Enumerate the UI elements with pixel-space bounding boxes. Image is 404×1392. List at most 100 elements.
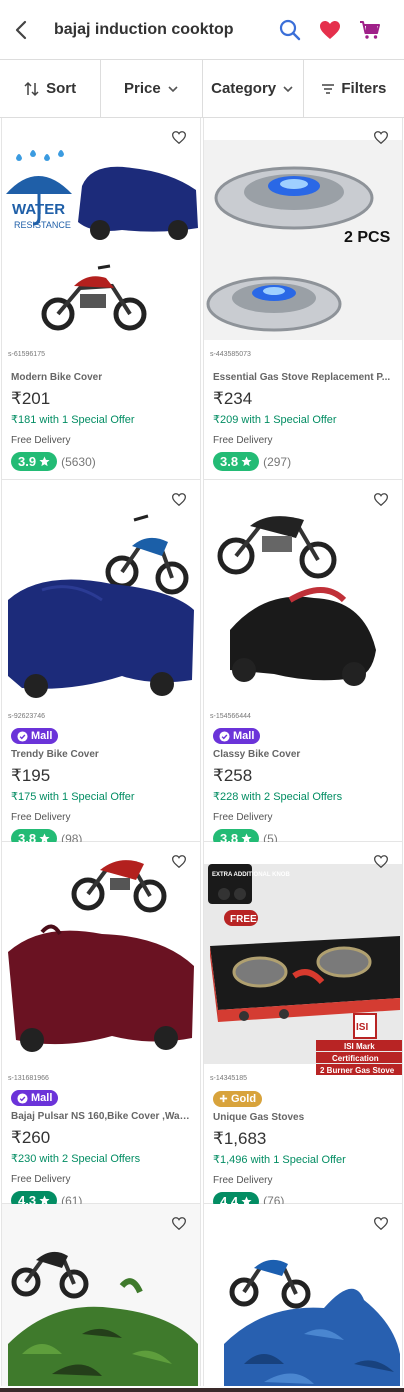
gas-stove-stand-image: 2 PCS (204, 140, 402, 340)
special-offer: ₹230 with 2 Special Offers (11, 1153, 141, 1165)
rating-value: 3.9 (18, 454, 37, 469)
verified-icon (17, 1092, 28, 1104)
product-card[interactable]: s-154566444 Mall Classy Bike Cover ₹258 … (203, 480, 403, 848)
cart-icon (360, 20, 380, 39)
special-offer: ₹181 with 1 Special Offer (11, 414, 135, 426)
wishlist-toggle[interactable] (168, 850, 190, 872)
chevron-left-icon (15, 20, 27, 39)
search-query[interactable]: bajaj induction cooktop (54, 21, 270, 39)
wishlist-toggle[interactable] (370, 850, 392, 872)
wishlist-toggle[interactable] (168, 488, 190, 510)
product-card[interactable]: s-131681966 Mall Bajaj Pulsar NS 160,Bik… (1, 842, 201, 1210)
cart-button[interactable] (350, 10, 390, 50)
plus-icon (219, 1094, 228, 1103)
product-image: s-154566444 (204, 480, 402, 724)
product-image (204, 1204, 402, 1386)
wishlist-toggle[interactable] (370, 488, 392, 510)
wishlist-toggle[interactable] (370, 1212, 392, 1234)
gas-stove-image: EXTRA ADDITIONAL KNOB FREE ISI ISI Mark (204, 864, 402, 1075)
product-card[interactable] (1, 1204, 201, 1386)
product-card[interactable]: 2 PCS s-443585073 Essential Gas Stove Re… (203, 118, 403, 480)
image-caption-cert: Certification (332, 1054, 379, 1063)
price-label: Price (124, 80, 161, 97)
gold-badge: Gold (213, 1090, 263, 1107)
product-price: ₹260 (11, 1128, 51, 1147)
image-caption-isi-mark: ISI Mark (344, 1042, 375, 1051)
page: bajaj induction cooktop Sort Price Categ… (0, 0, 404, 1388)
search-button[interactable] (270, 10, 310, 50)
search-icon (279, 19, 301, 40)
filters-label: Filters (341, 80, 387, 97)
svg-text:WATER: WATER (12, 201, 65, 218)
back-button[interactable] (14, 13, 48, 47)
wishlist-toggle[interactable] (168, 126, 190, 148)
bike-cover-image: WATER RESISTANCE (6, 150, 198, 331)
product-card[interactable] (203, 1204, 403, 1386)
product-code: s-154566444 (210, 713, 251, 720)
product-name: Trendy Bike Cover (11, 749, 99, 760)
product-name: Modern Bike Cover (11, 372, 103, 383)
special-offer: ₹209 with 1 Special Offer (213, 414, 337, 426)
product-image (2, 1204, 200, 1386)
review-count: (297) (263, 454, 292, 469)
product-price: ₹1,683 (213, 1128, 267, 1148)
delivery-info: Free Delivery (213, 812, 273, 823)
product-card[interactable]: s-92623746 Mall Trendy Bike Cover ₹195 ₹… (1, 480, 201, 848)
bike-cover-image (8, 860, 194, 1052)
product-card[interactable]: WATER RESISTANCE s-61596175 Modern Bike … (1, 118, 201, 480)
price-dropdown[interactable]: Price (101, 60, 203, 117)
bike-cover-image (8, 514, 194, 698)
product-image: EXTRA ADDITIONAL KNOB FREE ISI ISI Mark (204, 842, 402, 1086)
category-dropdown[interactable]: Category (203, 60, 304, 117)
product-price: ₹258 (213, 766, 253, 785)
product-name: Essential Gas Stove Replacement P... (213, 372, 391, 383)
wishlist-button[interactable] (310, 10, 350, 50)
product-code: s-14345185 (210, 1075, 247, 1082)
heart-outline-icon (374, 1216, 388, 1230)
product-name: Unique Gas Stoves (213, 1111, 305, 1123)
verified-icon (17, 730, 28, 742)
category-label: Category (211, 80, 277, 97)
product-image: WATER RESISTANCE s-61596175 (2, 118, 200, 362)
badge-label: Gold (231, 1092, 257, 1105)
rating-badge: 3.9 (11, 452, 58, 471)
wishlist-toggle[interactable] (168, 1212, 190, 1234)
star-icon (241, 456, 252, 467)
svg-text:RESISTANCE: RESISTANCE (14, 220, 71, 230)
badge-label: Mall (233, 730, 255, 742)
heart-outline-icon (374, 130, 388, 144)
sort-button[interactable]: Sort (0, 60, 102, 117)
product-image: s-131681966 (2, 842, 200, 1086)
verified-icon (219, 730, 230, 742)
wishlist-toggle[interactable] (370, 126, 392, 148)
mall-badge: Mall (11, 728, 59, 744)
filters-button[interactable]: Filters (304, 60, 404, 117)
product-grid: WATER RESISTANCE s-61596175 Modern Bike … (0, 118, 404, 1386)
heart-outline-icon (172, 854, 186, 868)
product-code: s-131681966 (8, 1075, 49, 1082)
heart-outline-icon (374, 854, 388, 868)
image-caption-isi: ISI (356, 1022, 368, 1033)
rating-value: 3.8 (220, 454, 239, 469)
bike-cover-image (217, 516, 376, 686)
product-card[interactable]: EXTRA ADDITIONAL KNOB FREE ISI ISI Mark (203, 842, 403, 1211)
special-offer: ₹228 with 2 Special Offers (213, 791, 343, 803)
rating-badge: 3.8 (213, 452, 260, 471)
chevron-down-icon (168, 85, 178, 92)
product-name: Classy Bike Cover (213, 749, 301, 760)
product-name: Bajaj Pulsar NS 160,Bike Cover ,Wate... (11, 1111, 191, 1122)
search-header: bajaj induction cooktop (0, 0, 404, 60)
heart-icon (320, 20, 340, 39)
star-icon (39, 456, 50, 467)
special-offer: ₹1,496 with 1 Special Offer (213, 1153, 346, 1166)
badge-label: Mall (31, 730, 53, 742)
sort-icon (24, 81, 39, 96)
special-offer: ₹175 with 1 Special Offer (11, 791, 135, 803)
image-caption-extra: EXTRA ADDITIONAL KNOB (212, 872, 290, 878)
product-code: s-92623746 (8, 713, 45, 720)
image-caption-free: FREE (230, 914, 257, 925)
product-code: s-61596175 (8, 351, 45, 358)
delivery-info: Free Delivery (11, 812, 71, 823)
image-caption: 2 PCS (344, 229, 391, 246)
heart-outline-icon (374, 492, 388, 506)
